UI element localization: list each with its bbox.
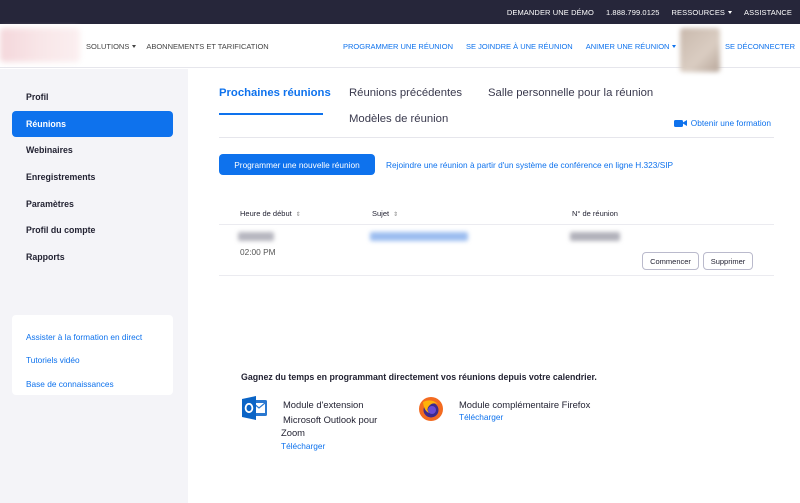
outlook-download-link[interactable]: Télécharger [281, 441, 325, 451]
resources-menu[interactable]: RESSOURCES [672, 8, 733, 17]
nav-left: SOLUTIONS ABONNEMENTS ET TARIFICATION [86, 24, 279, 68]
start-meeting-button[interactable]: Commencer [642, 252, 699, 270]
chevron-down-icon [672, 45, 677, 49]
sidebar-item-recordings[interactable]: Enregistrements [12, 164, 173, 191]
video-tutorials-link[interactable]: Tutoriels vidéo [12, 349, 173, 373]
main-header: SOLUTIONS ABONNEMENTS ET TARIFICATION PR… [0, 24, 800, 72]
topic-header-label: Sujet [372, 209, 390, 218]
outlook-plugin-line: Module d'extension [283, 399, 364, 410]
firefox-plugin-name: Module complémentaire Firefox [459, 399, 591, 410]
host-meeting-label: ANIMER UNE RÉUNION [585, 41, 670, 51]
schedule-new-meeting-button[interactable]: Programmer une nouvelle réunion [219, 154, 375, 175]
firefox-icon [419, 397, 443, 421]
solutions-menu[interactable]: SOLUTIONS [86, 41, 137, 51]
join-meeting-link[interactable]: SE JOINDRE À UNE RÉUNION [466, 42, 573, 51]
avatar[interactable] [680, 28, 720, 72]
sidebar-item-settings[interactable]: Paramètres [12, 190, 173, 217]
outlook-icon [242, 396, 267, 420]
column-header-start-time[interactable]: Heure de début ⇕ [240, 209, 301, 218]
tab-previous-meetings[interactable]: Réunions précédentes [349, 87, 462, 99]
active-tab-indicator [219, 113, 323, 115]
sort-icon: ⇕ [393, 212, 399, 218]
request-demo-link[interactable]: DEMANDER UNE DÉMO [507, 8, 594, 17]
top-bar-links: DEMANDER UNE DÉMO 1.888.799.0125 RESSOUR… [495, 0, 792, 24]
meeting-topic-link[interactable] [370, 232, 468, 241]
top-bar: DEMANDER UNE DÉMO 1.888.799.0125 RESSOUR… [0, 0, 800, 24]
get-training-link[interactable]: Obtenir une formation [673, 118, 771, 128]
help-card: Assister à la formation en direct Tutori… [12, 315, 173, 395]
chevron-down-icon [728, 11, 733, 15]
meeting-tabs: Prochaines réunions Réunions précédentes… [219, 80, 774, 138]
tab-upcoming-meetings[interactable]: Prochaines réunions [219, 87, 331, 99]
table-row-divider [219, 275, 774, 276]
solutions-label: SOLUTIONS [86, 41, 130, 51]
live-training-link[interactable]: Assister à la formation en direct [12, 325, 173, 349]
knowledge-base-link[interactable]: Base de connaissances [12, 372, 173, 396]
support-link[interactable]: ASSISTANCE [744, 8, 792, 17]
host-meeting-menu[interactable]: ANIMER UNE RÉUNION [586, 42, 677, 51]
column-header-meeting-id: N° de réunion [572, 209, 618, 218]
sidebar-item-meetings[interactable]: Réunions [12, 110, 173, 138]
sidebar-item-account-profile[interactable]: Profil du compte [12, 217, 173, 244]
sidebar-menu: Profil Réunions Webinaires Enregistremen… [12, 84, 173, 270]
meeting-date-redacted [238, 232, 274, 241]
meeting-id-redacted [570, 232, 620, 241]
chevron-down-icon [132, 45, 137, 49]
firefox-download-link[interactable]: Télécharger [459, 412, 503, 422]
calendar-section-title: Gagnez du temps en programmant directeme… [241, 372, 597, 382]
join-h323-link[interactable]: Rejoindre une réunion à partir d'un syst… [386, 154, 673, 175]
nav-right: PROGRAMMER UNE RÉUNION SE JOINDRE À UNE … [343, 24, 689, 68]
start-time-header-label: Heure de début [240, 209, 292, 218]
delete-meeting-button[interactable]: Supprimer [703, 252, 753, 270]
outlook-plugin-name: Module d'extension Microsoft Outlook pou… [283, 397, 377, 427]
tab-meeting-templates[interactable]: Modèles de réunion [349, 113, 448, 125]
video-camera-icon [673, 119, 687, 128]
column-header-topic[interactable]: Sujet ⇕ [372, 209, 398, 218]
sidebar-item-webinars[interactable]: Webinaires [12, 137, 173, 164]
meeting-time: 02:00 PM [240, 247, 276, 257]
logo[interactable] [0, 28, 80, 62]
plans-pricing-link[interactable]: ABONNEMENTS ET TARIFICATION [146, 42, 268, 51]
resources-label: RESSOURCES [671, 7, 726, 17]
sign-out-link[interactable]: SE DÉCONNECTER [725, 24, 795, 68]
get-training-label: Obtenir une formation [690, 118, 771, 128]
phone-number[interactable]: 1.888.799.0125 [606, 8, 660, 17]
sort-icon: ⇕ [295, 212, 301, 218]
sidebar: Profil Réunions Webinaires Enregistremen… [0, 69, 188, 503]
tab-personal-room[interactable]: Salle personnelle pour la réunion [488, 87, 653, 99]
schedule-meeting-link[interactable]: PROGRAMMER UNE RÉUNION [343, 42, 453, 51]
table-header-divider [219, 224, 774, 225]
sidebar-item-profile[interactable]: Profil [12, 84, 173, 111]
outlook-plugin-line: Zoom [281, 427, 305, 438]
sidebar-item-reports[interactable]: Rapports [12, 244, 173, 271]
